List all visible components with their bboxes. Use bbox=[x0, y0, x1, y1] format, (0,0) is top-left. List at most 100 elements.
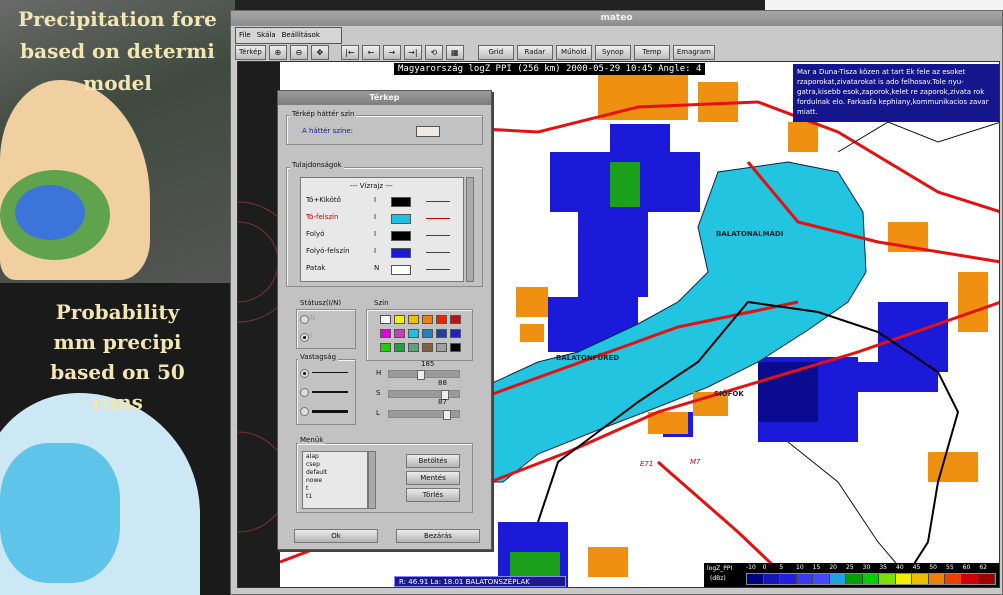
coord-place: BALATONSZÉPLAK bbox=[465, 578, 530, 586]
layer-row-flag: N bbox=[374, 264, 380, 272]
synop-button[interactable]: Synop bbox=[594, 44, 631, 60]
slide-top-line-1: Precipitation fore bbox=[18, 7, 217, 31]
legend-tick-label: 25 bbox=[846, 564, 854, 571]
palette-swatch[interactable] bbox=[394, 329, 405, 338]
slider-h[interactable] bbox=[388, 370, 460, 380]
prev-icon[interactable]: ← bbox=[361, 44, 380, 60]
radar-button[interactable]: Radar bbox=[516, 44, 553, 60]
thickness-thin-line bbox=[312, 372, 348, 373]
dialog-title[interactable]: Térkep bbox=[278, 91, 491, 105]
layer-row-name[interactable]: Tó+Kikötő bbox=[306, 196, 341, 204]
menu-list-item[interactable]: csep bbox=[306, 461, 320, 468]
color-palette bbox=[380, 315, 470, 357]
city-label-balatonfured: BALATONFÜRED bbox=[556, 354, 620, 362]
menu-list-item[interactable]: alap bbox=[306, 453, 319, 460]
map-button[interactable]: Térkép bbox=[235, 44, 266, 60]
ok-button[interactable]: Ok bbox=[294, 529, 378, 543]
map-header: Magyarország logZ PPI (256 km) 2000-05-2… bbox=[394, 63, 706, 75]
slider-l[interactable] bbox=[388, 410, 460, 420]
thickness-radio-thick[interactable] bbox=[300, 407, 309, 416]
menu-file[interactable]: File bbox=[239, 28, 251, 43]
palette-swatch[interactable] bbox=[422, 329, 433, 338]
temp-button[interactable]: Temp bbox=[633, 44, 670, 60]
menu-scale[interactable]: Skála bbox=[257, 28, 276, 43]
palette-swatch[interactable] bbox=[450, 315, 461, 324]
palette-swatch[interactable] bbox=[436, 329, 447, 338]
coord-lon: 18.01 bbox=[443, 578, 464, 586]
legend-color-cell bbox=[813, 574, 830, 584]
slider-s[interactable] bbox=[388, 390, 460, 400]
coordinate-readout: R: 46.91 La: 18.01 BALATONSZÉPLAK bbox=[394, 576, 566, 587]
slide-bottom-line-2: mm precipi bbox=[53, 330, 182, 354]
palette-swatch[interactable] bbox=[380, 343, 391, 352]
status-radio-i[interactable] bbox=[300, 333, 309, 342]
close-button[interactable]: Bezárás bbox=[396, 529, 480, 543]
palette-swatch[interactable] bbox=[394, 343, 405, 352]
palette-swatch[interactable] bbox=[380, 329, 391, 338]
palette-swatch[interactable] bbox=[408, 343, 419, 352]
loop-icon[interactable]: ⟲ bbox=[424, 44, 443, 60]
slide-bottom-map: Probability mm precipi based on 50 runs bbox=[0, 283, 235, 595]
grid-button[interactable]: Grid bbox=[477, 44, 514, 60]
slide-top-line-3: model bbox=[83, 71, 152, 95]
first-icon[interactable]: |← bbox=[340, 44, 359, 60]
thickness-radio-medium[interactable] bbox=[300, 388, 309, 397]
layer-row-name[interactable]: Tó-felszín bbox=[306, 213, 338, 221]
layer-row-color-swatch bbox=[391, 265, 411, 275]
road-label-m7: M7 bbox=[690, 458, 701, 466]
zoom-in-icon[interactable]: ⊕ bbox=[268, 44, 287, 60]
palette-swatch[interactable] bbox=[422, 315, 433, 324]
zoom-out-icon[interactable]: ⊖ bbox=[289, 44, 308, 60]
satellite-button[interactable]: Műhold bbox=[555, 44, 592, 60]
emagram-button[interactable]: Emagram bbox=[672, 44, 715, 60]
thickness-radio-thin[interactable] bbox=[300, 369, 309, 378]
palette-swatch[interactable] bbox=[436, 315, 447, 324]
grid-icon[interactable]: ▦ bbox=[445, 44, 464, 60]
menu-list-item[interactable]: t bbox=[306, 485, 308, 492]
legend-color-bar bbox=[746, 573, 996, 585]
next-icon[interactable]: → bbox=[382, 44, 401, 60]
delete-button[interactable]: Törlés bbox=[406, 488, 460, 502]
load-button[interactable]: Betöltés bbox=[406, 454, 460, 468]
status-group-label: Státusz(I/N) bbox=[298, 299, 344, 307]
palette-swatch[interactable] bbox=[422, 343, 433, 352]
status-radio-n-label: N bbox=[310, 314, 316, 322]
layer-row-line-sample bbox=[426, 235, 450, 236]
menu-list-item[interactable]: nowe bbox=[306, 477, 322, 484]
slider-h-value: 185 bbox=[421, 360, 435, 368]
palette-swatch[interactable] bbox=[394, 315, 405, 324]
palette-swatch[interactable] bbox=[380, 315, 391, 324]
palette-swatch[interactable] bbox=[450, 329, 461, 338]
menu-list-item[interactable]: default bbox=[306, 469, 327, 476]
save-button[interactable]: Mentés bbox=[406, 471, 460, 485]
layer-row-name[interactable]: Patak bbox=[306, 264, 325, 272]
legend-tick-label: -10 bbox=[746, 564, 756, 571]
palette-swatch[interactable] bbox=[450, 343, 461, 352]
legend-color-cell bbox=[829, 574, 847, 584]
legend-tick-label: 20 bbox=[829, 564, 837, 571]
legend-color-cell bbox=[846, 574, 863, 584]
status-radio-n[interactable] bbox=[300, 315, 309, 324]
background-color-swatch[interactable] bbox=[416, 126, 440, 137]
menu-settings[interactable]: Beállítások bbox=[282, 28, 320, 43]
slider-s-value: 88 bbox=[438, 379, 447, 387]
menu-list-item[interactable]: t1 bbox=[306, 493, 312, 500]
layer-row-name[interactable]: Folyó bbox=[306, 230, 324, 238]
legend-tick-label: 50 bbox=[929, 564, 937, 571]
slider-s-label: S bbox=[376, 389, 381, 397]
background-color-label: A háttér színe: bbox=[302, 127, 354, 135]
palette-swatch[interactable] bbox=[408, 315, 419, 324]
pan-icon[interactable]: ✥ bbox=[310, 44, 329, 60]
color-group-label: Szín bbox=[372, 299, 391, 307]
last-icon[interactable]: →| bbox=[403, 44, 422, 60]
palette-swatch[interactable] bbox=[408, 329, 419, 338]
legend-tick-label: 35 bbox=[879, 564, 887, 571]
layer-row-name[interactable]: Folyó-felszín bbox=[306, 247, 350, 255]
legend-color-cell bbox=[747, 574, 764, 584]
window-title[interactable]: mateo bbox=[231, 11, 1002, 26]
legend-tick-label: 30 bbox=[862, 564, 871, 571]
palette-swatch[interactable] bbox=[436, 343, 447, 352]
layer-list-header: --- Vízrajz --- bbox=[350, 182, 393, 190]
menu-list-scrollbar[interactable] bbox=[368, 451, 376, 509]
layer-list-scrollbar[interactable] bbox=[466, 177, 474, 282]
